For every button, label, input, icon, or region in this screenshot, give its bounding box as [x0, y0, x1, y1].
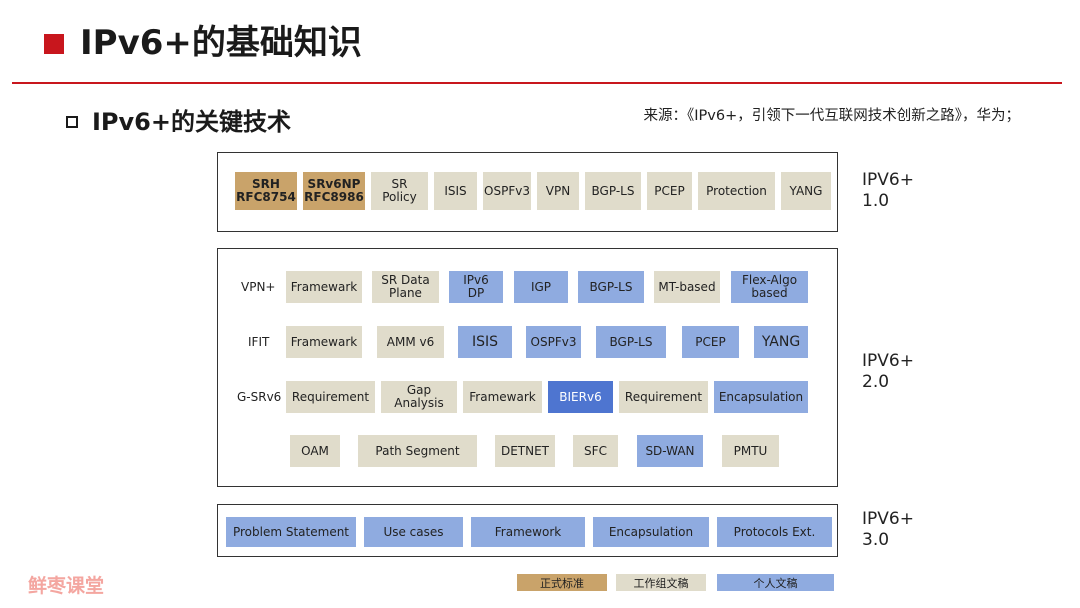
tech-box: Requirement [619, 381, 708, 413]
tech-box: Framewark [286, 271, 362, 303]
title-divider [12, 82, 1062, 84]
title-marker [44, 34, 64, 54]
tech-box: SFC [573, 435, 618, 467]
tech-box: Gap Analysis [381, 381, 457, 413]
tech-box: BGP-LS [585, 172, 641, 210]
tech-box: IGP [514, 271, 568, 303]
generation-label-3: IPV6+ 3.0 [862, 509, 914, 550]
tech-box: Encapsulation [593, 517, 709, 547]
section-subtitle: IPv6+的关键技术 [92, 108, 291, 136]
row-label-vpn-plus: VPN+ [241, 280, 276, 294]
tech-box: PMTU [722, 435, 779, 467]
tech-box: SD-WAN [637, 435, 703, 467]
tech-box: Framewark [286, 326, 362, 358]
tech-box: Framework [471, 517, 585, 547]
row-label-ifit: IFIT [248, 335, 270, 349]
tech-box: SRH RFC8754 [235, 172, 297, 210]
brand-watermark: 鲜枣课堂 [28, 575, 105, 597]
tech-box: Use cases [364, 517, 463, 547]
tech-box: MT-based [654, 271, 720, 303]
row-label-g-srv6: G-SRv6 [237, 390, 282, 404]
tech-box: Protection [698, 172, 775, 210]
tech-box: ISIS [458, 326, 512, 358]
tech-box: Protocols Ext. [717, 517, 832, 547]
tech-box: PCEP [647, 172, 692, 210]
legend-formal-standard: 正式标准 [517, 574, 607, 591]
tech-box: OAM [290, 435, 340, 467]
tech-box: SRv6NP RFC8986 [303, 172, 365, 210]
source-citation: 来源：《IPv6+，引领下一代互联网技术创新之路》，华为； [643, 108, 1020, 124]
tech-box: Requirement [286, 381, 375, 413]
bullet-square-icon [66, 116, 78, 128]
tech-box: YANG [781, 172, 831, 210]
tech-box: Path Segment [358, 435, 477, 467]
tech-box: PCEP [682, 326, 739, 358]
tech-box: Encapsulation [714, 381, 808, 413]
tech-box: Problem Statement [226, 517, 356, 547]
tech-box: DETNET [495, 435, 555, 467]
legend-individual-draft: 个人文稿 [717, 574, 834, 591]
generation-label-2: IPV6+ 2.0 [862, 351, 914, 392]
tech-box: AMM v6 [377, 326, 444, 358]
tech-box: YANG [754, 326, 808, 358]
tech-box: ISIS [434, 172, 477, 210]
tech-box: Framewark [463, 381, 542, 413]
tech-box: VPN [537, 172, 579, 210]
tech-box: BGP-LS [596, 326, 666, 358]
tech-box: OSPFv3 [483, 172, 531, 210]
tech-box: SR Data Plane [372, 271, 439, 303]
tech-box: BIERv6 [548, 381, 613, 413]
tech-box: IPv6 DP [449, 271, 503, 303]
tech-box: BGP-LS [578, 271, 644, 303]
generation-label-1: IPV6+ 1.0 [862, 170, 914, 211]
tech-box: Flex-Algo based [731, 271, 808, 303]
page-title: IPv6+的基础知识 [80, 23, 362, 63]
legend-working-group-draft: 工作组文稿 [616, 574, 706, 591]
tech-box: OSPFv3 [526, 326, 581, 358]
tech-box: SR Policy [371, 172, 428, 210]
